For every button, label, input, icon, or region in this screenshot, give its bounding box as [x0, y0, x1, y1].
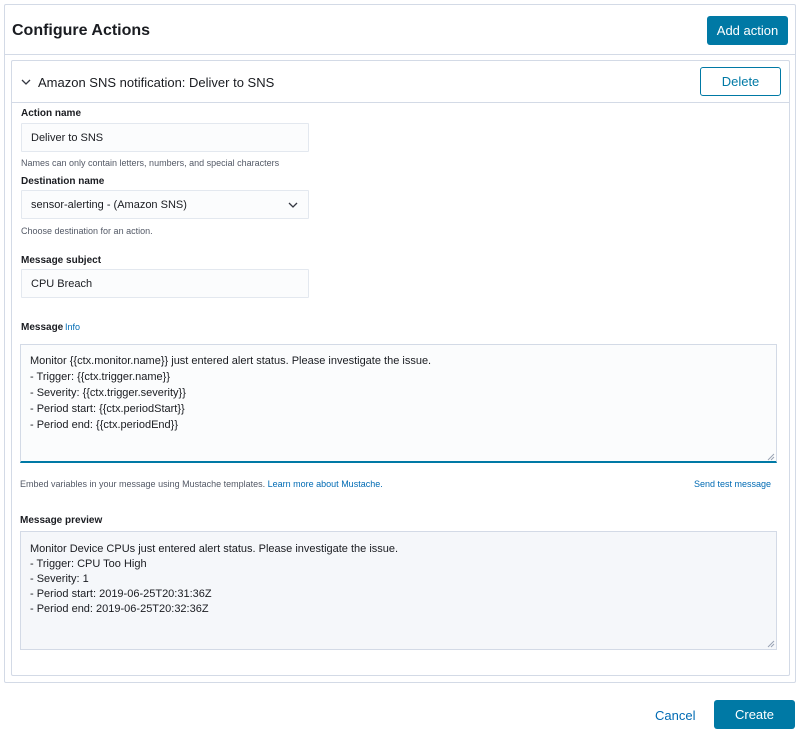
- message-preview-label: Message preview: [20, 515, 103, 526]
- message-label: Message: [21, 322, 64, 333]
- accordion-title: Amazon SNS notification: Deliver to SNS: [38, 75, 275, 90]
- action-name-input[interactable]: [31, 131, 308, 144]
- add-action-button[interactable]: Add action: [707, 16, 788, 45]
- panel-header: Configure Actions Add action: [5, 5, 795, 55]
- message-subject-label: Message subject: [21, 255, 102, 266]
- create-button[interactable]: Create: [714, 700, 795, 729]
- destination-help: Choose destination for an action.: [21, 226, 153, 236]
- send-test-message-link[interactable]: Send test message: [694, 479, 771, 489]
- message-subject-field[interactable]: [21, 269, 309, 298]
- message-subject-input[interactable]: [31, 277, 308, 290]
- message-info-link[interactable]: Info: [65, 322, 80, 332]
- message-preview: Monitor Device CPUs just entered alert s…: [20, 531, 777, 650]
- resize-handle-icon[interactable]: [767, 453, 775, 461]
- cancel-button[interactable]: Cancel: [655, 708, 695, 723]
- accordion-header[interactable]: Amazon SNS notification: Deliver to SNS …: [12, 61, 789, 103]
- action-name-help: Names can only contain letters, numbers,…: [21, 158, 280, 168]
- destination-label: Destination name: [21, 176, 105, 187]
- delete-button[interactable]: Delete: [700, 67, 781, 96]
- mustache-link[interactable]: Learn more about Mustache.: [268, 479, 383, 489]
- destination-select[interactable]: sensor-alerting - (Amazon SNS): [21, 190, 309, 219]
- message-textarea[interactable]: Monitor {{ctx.monitor.name}} just entere…: [20, 344, 777, 463]
- message-help: Embed variables in your message using Mu…: [20, 479, 383, 489]
- preview-resize-icon[interactable]: [767, 640, 775, 648]
- action-name-field[interactable]: [21, 123, 309, 152]
- chevron-down-icon[interactable]: [21, 77, 31, 87]
- page-title: Configure Actions: [12, 22, 151, 39]
- caret-down-icon: [288, 202, 298, 208]
- destination-value: sensor-alerting - (Amazon SNS): [31, 198, 187, 211]
- message-help-text: Embed variables in your message using Mu…: [20, 479, 266, 489]
- action-name-label: Action name: [21, 108, 82, 119]
